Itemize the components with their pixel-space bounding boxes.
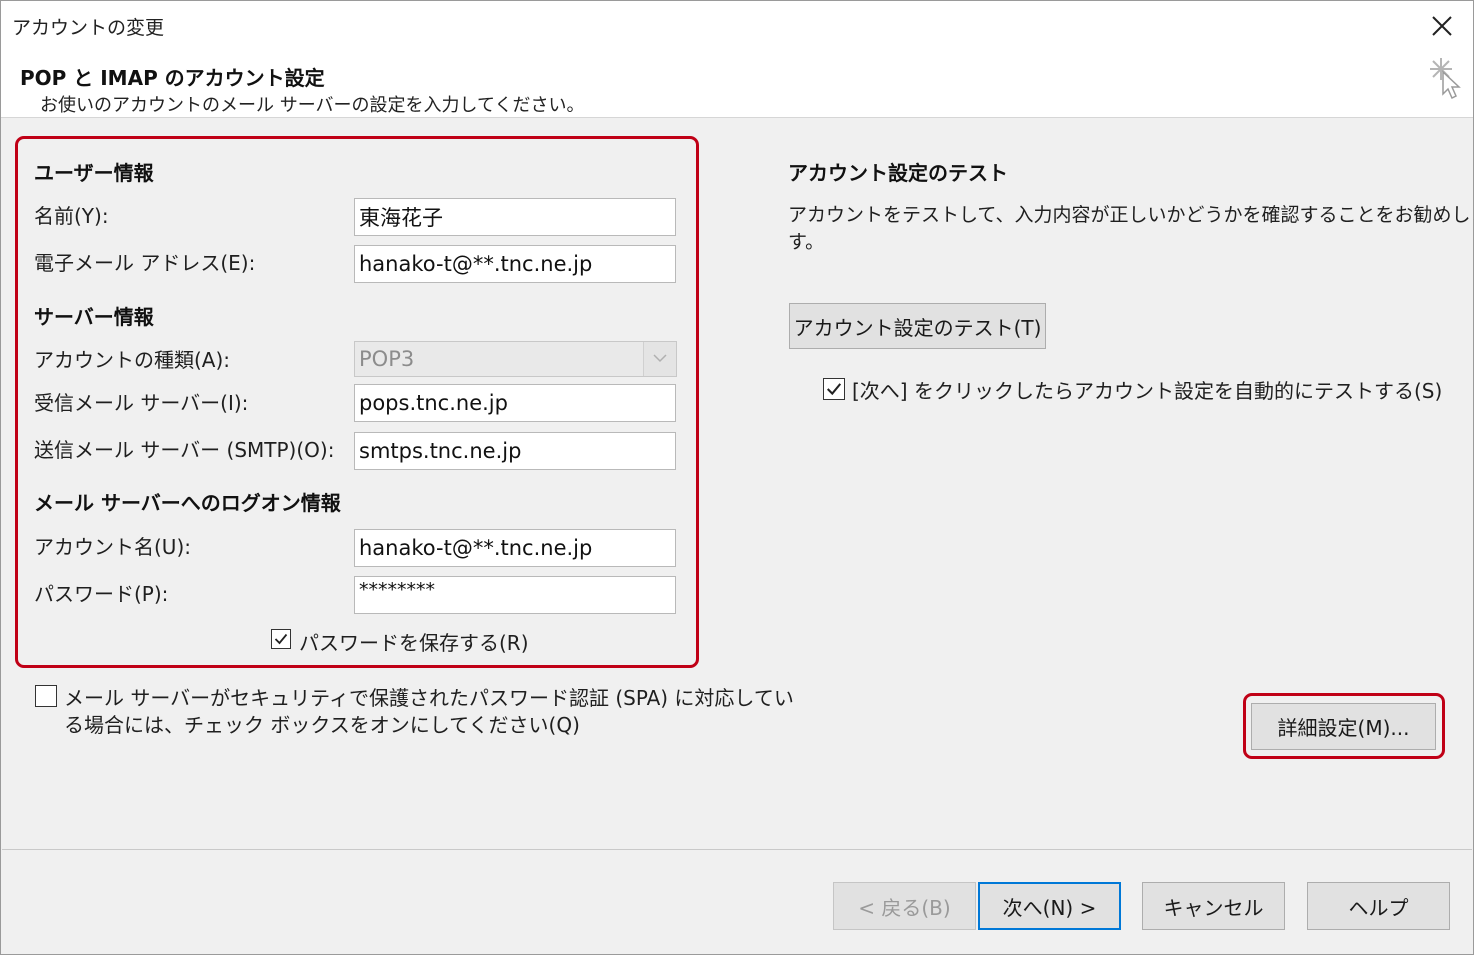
test-account-button[interactable]: アカウント設定のテスト(T) xyxy=(789,303,1046,349)
page-subtitle: お使いのアカウントのメール サーバーの設定を入力してください。 xyxy=(40,95,585,116)
save-password-checkbox[interactable] xyxy=(271,629,291,649)
spa-checkbox[interactable] xyxy=(35,685,57,707)
close-button[interactable] xyxy=(1424,9,1460,43)
advanced-settings-button[interactable]: 詳細設定(M)... xyxy=(1251,703,1436,750)
account-type-value: POP3 xyxy=(359,347,415,371)
page-title: POP と IMAP のアカウント設定 xyxy=(20,66,325,90)
logon-info-heading: メール サーバーへのログオン情報 xyxy=(34,491,341,515)
spa-label-line1: メール サーバーがセキュリティで保護されたパスワード認証 (SPA) に対応して… xyxy=(64,686,794,710)
account-name-input[interactable] xyxy=(354,529,676,567)
test-heading: アカウント設定のテスト xyxy=(788,161,1008,185)
incoming-server-label: 受信メール サーバー(I): xyxy=(34,391,249,415)
save-password-label: パスワードを保存する(R) xyxy=(299,631,529,655)
auto-test-label: [次へ] をクリックしたらアカウント設定を自動的にテストする(S) xyxy=(852,379,1443,403)
dialog-header: アカウントの変更 POP と IMAP のアカウント設定 お使いのアカウントのメ… xyxy=(1,1,1473,118)
test-description-line2: す。 xyxy=(788,231,825,253)
cancel-button[interactable]: キャンセル xyxy=(1142,882,1285,930)
account-change-dialog: アカウントの変更 POP と IMAP のアカウント設定 お使いのアカウントのメ… xyxy=(0,0,1474,955)
email-label: 電子メール アドレス(E): xyxy=(34,251,256,275)
server-info-heading: サーバー情報 xyxy=(34,305,154,329)
back-button[interactable]: < 戻る(B) xyxy=(833,882,976,930)
name-input[interactable] xyxy=(354,198,676,236)
busy-cursor-icon xyxy=(1430,58,1461,100)
close-icon xyxy=(1432,16,1452,36)
account-name-label: アカウント名(U): xyxy=(34,535,191,559)
name-label: 名前(Y): xyxy=(34,204,109,228)
account-type-label: アカウントの種類(A): xyxy=(34,348,231,372)
test-description-line1: アカウントをテストして、入力内容が正しいかどうかを確認することをお勧めしま xyxy=(788,204,1474,226)
user-info-heading: ユーザー情報 xyxy=(34,161,154,185)
help-button[interactable]: ヘルプ xyxy=(1307,882,1450,930)
next-button[interactable]: 次へ(N) > xyxy=(978,882,1121,930)
password-label: パスワード(P): xyxy=(34,582,169,606)
outgoing-server-input[interactable] xyxy=(354,432,676,470)
account-type-select[interactable]: POP3 xyxy=(354,341,677,377)
footer-divider xyxy=(2,849,1472,850)
email-input[interactable] xyxy=(354,245,676,283)
outgoing-server-label: 送信メール サーバー (SMTP)(O): xyxy=(34,438,335,462)
password-input[interactable] xyxy=(354,576,676,614)
chevron-down-icon xyxy=(653,354,667,363)
auto-test-checkbox[interactable] xyxy=(823,378,845,400)
incoming-server-input[interactable] xyxy=(354,384,676,422)
dropdown-arrow xyxy=(643,342,676,376)
checkmark-icon xyxy=(826,383,842,396)
checkmark-icon xyxy=(274,633,288,645)
spa-label-line2: る場合には、チェック ボックスをオンにしてください(Q) xyxy=(64,713,580,737)
window-title: アカウントの変更 xyxy=(12,17,165,39)
